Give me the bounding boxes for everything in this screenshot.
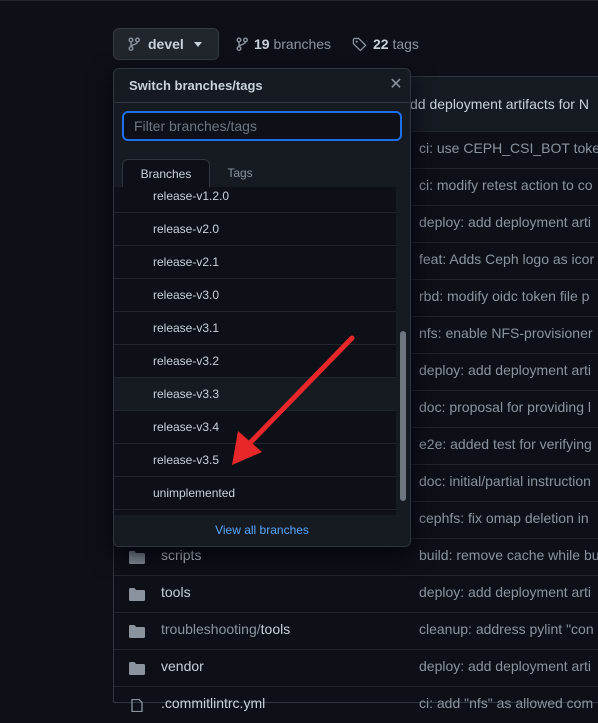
file-name: tools [260,621,291,637]
commit-message-link[interactable]: nfs: enable NFS-provisioner [419,325,593,341]
dropdown-divider [114,102,410,103]
file-path-prefix: troubleshooting/ [161,621,261,637]
commit-message-link[interactable]: cephfs: fix omap deletion in [419,510,589,526]
folder-icon [129,625,145,638]
top-divider [0,0,598,1]
file-icon [131,699,143,712]
tab-tags[interactable]: Tags [212,159,268,187]
scrollbar-thumb[interactable] [400,331,406,501]
dropdown-title: Switch branches/tags [129,78,263,93]
table-row[interactable]: .commitlintrc.yml ci: add "nfs" as allowe… [114,686,598,723]
branch-tag-tabs: Branches Tags [114,159,410,188]
file-name: vendor [161,658,204,674]
tags-text: tags [392,36,419,52]
branch-list-item[interactable]: release-v3.5 [114,444,396,477]
folder-icon [129,551,145,564]
commit-message-link[interactable]: doc: initial/partial instruction [419,473,591,489]
tab-branches[interactable]: Branches [122,159,210,188]
tag-icon [352,37,367,51]
commit-message-link[interactable]: deploy: add deployment arti [419,362,591,378]
commit-message-link[interactable]: e2e: added test for verifying [419,436,592,452]
branches-text: branches [273,36,332,52]
branches-count: 19 [254,36,270,52]
commit-message-link[interactable]: feat: Adds Ceph logo as icor [419,251,594,267]
table-row[interactable]: troubleshooting/tools cleanup: address py… [114,612,598,649]
branch-switcher-dropdown: Switch branches/tags ✕ Branches Tags rel… [113,68,411,547]
close-icon[interactable]: ✕ [388,77,404,93]
branch-list-item[interactable]: release-v3.2 [114,345,396,378]
commit-message-link[interactable]: build: remove cache while bu [419,547,598,563]
tags-link[interactable]: 22 tags [352,36,419,52]
commit-message-link[interactable]: ci: modify retest action to co [419,177,593,193]
folder-icon [129,662,145,675]
file-name-link[interactable]: tools [161,584,191,600]
branch-list-item[interactable]: unimplemented [114,477,396,510]
chevron-down-icon [193,41,202,47]
commit-message-link[interactable]: cleanup: address pylint "con [419,621,594,637]
file-name-link[interactable]: .commitlintrc.yml [161,695,265,711]
branch-list-item[interactable]: release-v2.1 [114,246,396,279]
branch-list-item[interactable]: release-v3.0 [114,279,396,312]
tags-count: 22 [373,36,389,52]
commit-message-link[interactable]: deploy: add deployment arti [419,214,591,230]
file-name: .commitlintrc.yml [161,695,266,711]
commit-message-link[interactable]: deploy: add deployment arti [419,658,591,674]
commit-message-link[interactable]: ci: use CEPH_CSI_BOT toke [419,140,598,156]
file-name-link[interactable]: troubleshooting/tools [161,621,290,637]
folder-icon [129,588,145,601]
filter-branches-input[interactable] [122,111,402,141]
branch-list-item[interactable]: release-v2.0 [114,213,396,246]
branch-list-item[interactable]: release-v3.1 [114,312,396,345]
file-name: scripts [161,547,202,563]
latest-commit-message[interactable]: dd deployment artifacts for N [410,96,589,112]
view-all-branches-link[interactable]: View all branches [114,515,410,546]
branch-list: release-v1.2.0 release-v2.0 release-v2.1 re… [114,187,396,515]
commit-message-link[interactable]: deploy: add deployment arti [419,584,591,600]
commit-message-link[interactable]: ci: add "nfs" as allowed com [419,695,593,711]
current-branch-label: devel [148,36,184,52]
branch-select-button[interactable]: devel [113,28,219,60]
table-row[interactable]: tools deploy: add deployment arti [114,575,598,612]
branch-list-item[interactable]: release-v3.4 [114,411,396,444]
git-branch-icon [128,37,140,51]
file-name-link[interactable]: scripts [161,547,201,563]
file-name-link[interactable]: vendor [161,658,204,674]
branches-link[interactable]: 19 branches [236,36,331,52]
branch-list-item[interactable]: release-v3.3 [114,378,396,411]
file-name: tools [161,584,191,600]
git-branch-icon [236,37,248,51]
commit-message-link[interactable]: rbd: modify oidc token file p [419,288,589,304]
branch-list-item[interactable]: release-v1.2.0 [114,187,396,213]
commit-message-link[interactable]: doc: proposal for providing l [419,399,591,415]
table-row[interactable]: vendor deploy: add deployment arti [114,649,598,686]
